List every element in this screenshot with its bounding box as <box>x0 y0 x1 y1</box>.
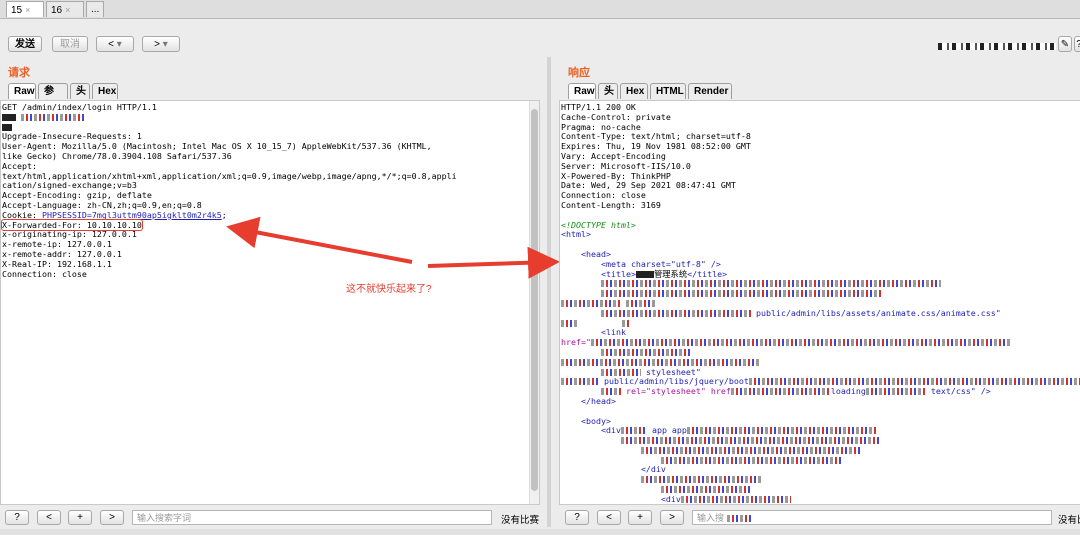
page-title-text: 管理系统 <box>653 268 688 279</box>
tab-render[interactable]: Render <box>688 83 732 99</box>
tab-raw[interactable]: Raw <box>568 83 596 99</box>
add-button[interactable]: + <box>628 510 652 525</box>
response-viewer[interactable]: HTTP/1.1 200 OK Cache-Control: private P… <box>559 100 1080 505</box>
response-title: 响应 <box>568 67 590 79</box>
match-count: 没有比 <box>1058 515 1080 526</box>
next-match-button[interactable]: > <box>660 510 684 525</box>
response-raw-text: HTTP/1.1 200 OK Cache-Control: private P… <box>560 101 1080 504</box>
prev-match-button[interactable]: < <box>37 510 61 525</box>
tab-headers[interactable]: 头 <box>598 83 618 99</box>
help-button[interactable]: ? <box>565 510 589 525</box>
help-button[interactable]: ? <box>5 510 29 525</box>
search-input[interactable]: 输入搜索字词 <box>132 510 492 525</box>
search-input[interactable]: 输入搜 <box>692 510 1052 525</box>
tab-html[interactable]: HTML <box>650 83 686 99</box>
status-bar <box>0 529 1080 535</box>
next-match-button[interactable]: > <box>100 510 124 525</box>
arrow-to-response <box>427 246 560 279</box>
doctype: <!DOCTYPE html> <box>561 219 636 230</box>
match-count: 没有比赛 <box>501 515 540 526</box>
prev-match-button[interactable]: < <box>597 510 621 525</box>
tab-hex[interactable]: Hex <box>620 83 648 99</box>
arrow-to-header <box>226 216 413 264</box>
add-button[interactable]: + <box>68 510 92 525</box>
